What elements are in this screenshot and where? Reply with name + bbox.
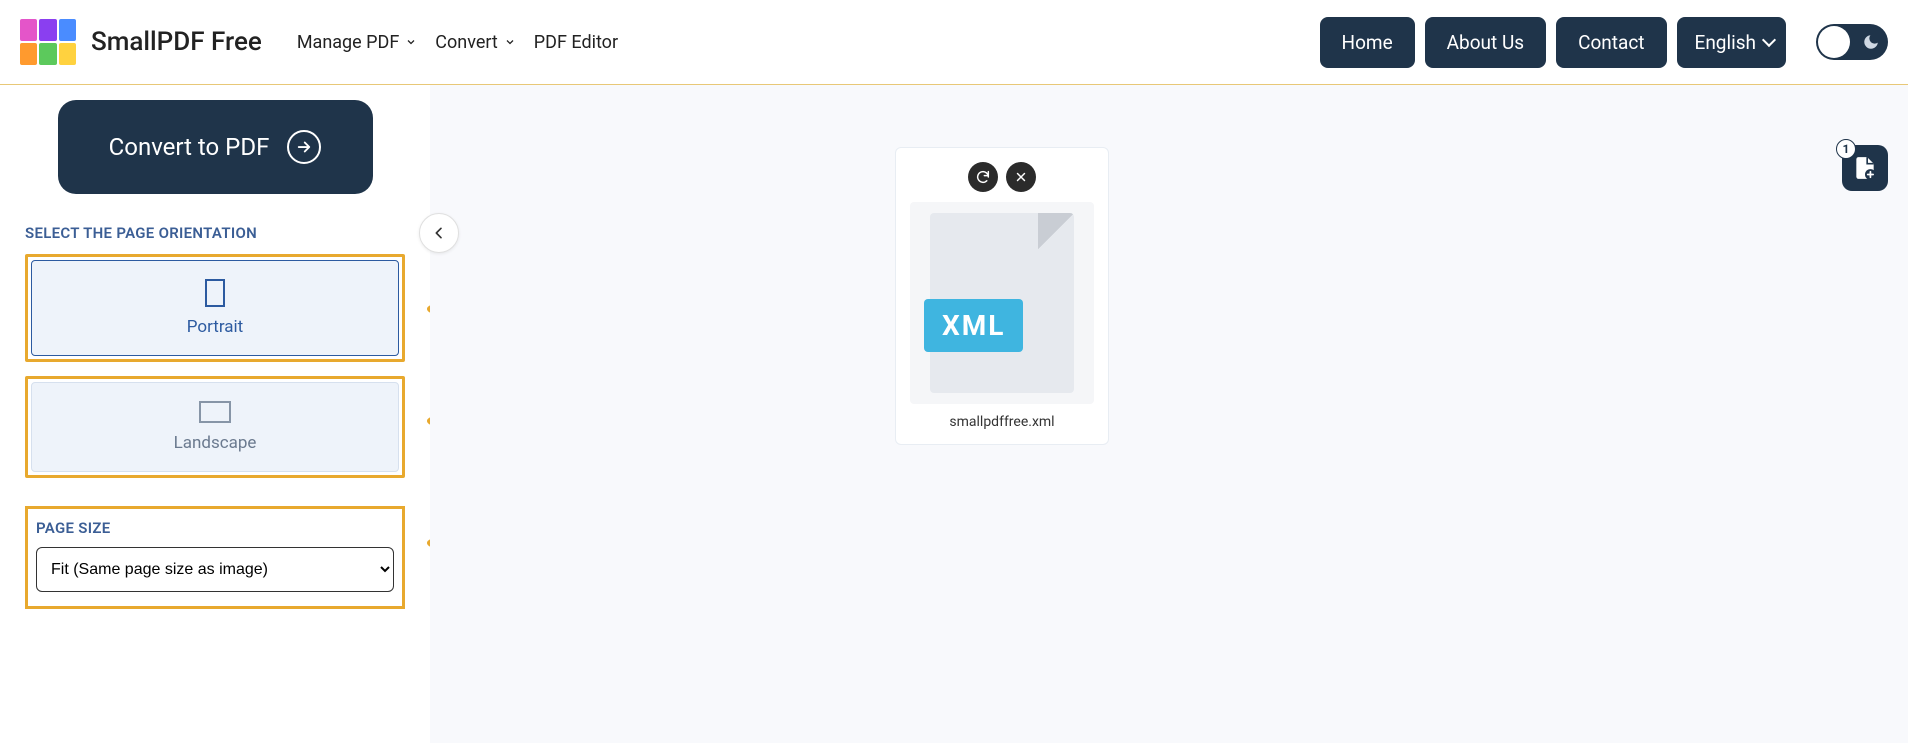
toggle-knob — [1818, 26, 1850, 58]
file-thumbnail: XML — [910, 202, 1094, 404]
nav-pdf-editor[interactable]: PDF Editor — [534, 32, 618, 53]
chevron-left-icon — [431, 225, 447, 241]
logo-icon — [20, 19, 76, 65]
portrait-label: Portrait — [187, 317, 243, 337]
preview-canvas: XML smallpdffree.xml 1 — [430, 85, 1908, 743]
options-sidebar: Convert to PDF SELECT THE PAGE ORIENTATI… — [0, 85, 430, 743]
add-file-button[interactable]: 1 — [1842, 145, 1888, 191]
moon-icon — [1862, 33, 1880, 51]
theme-toggle[interactable] — [1816, 24, 1888, 60]
nav-label: Convert — [435, 32, 498, 53]
nav-label: PDF Editor — [534, 32, 618, 53]
annotation-highlight: Landscape — [25, 376, 405, 478]
home-button[interactable]: Home — [1320, 17, 1415, 68]
contact-button[interactable]: Contact — [1556, 17, 1666, 68]
convert-label: Convert to PDF — [109, 133, 270, 161]
chevron-down-icon — [504, 36, 516, 48]
orientation-section-title: SELECT THE PAGE ORIENTATION — [25, 224, 405, 242]
rotate-button[interactable] — [968, 162, 998, 192]
collapse-sidebar-button[interactable] — [419, 213, 459, 253]
rotate-icon — [975, 169, 991, 185]
convert-to-pdf-button[interactable]: Convert to PDF — [58, 100, 373, 194]
landscape-label: Landscape — [174, 433, 257, 453]
remove-file-button[interactable] — [1006, 162, 1036, 192]
nav-convert[interactable]: Convert — [435, 32, 516, 53]
app-header: SmallPDF Free Manage PDF Convert PDF Edi… — [0, 0, 1908, 85]
main-area: Convert to PDF SELECT THE PAGE ORIENTATI… — [0, 85, 1908, 743]
brand-area[interactable]: SmallPDF Free — [20, 19, 262, 65]
nav-manage-pdf[interactable]: Manage PDF — [297, 32, 417, 53]
landscape-icon — [199, 401, 231, 423]
close-icon — [1014, 170, 1028, 184]
document-icon: XML — [930, 213, 1074, 393]
file-count-badge: 1 — [1836, 139, 1856, 159]
file-card-actions — [968, 162, 1036, 192]
nav-label: Manage PDF — [297, 32, 399, 53]
file-card[interactable]: XML smallpdffree.xml — [895, 147, 1109, 445]
landscape-option[interactable]: Landscape — [31, 382, 399, 472]
arrow-right-circle-icon — [287, 130, 321, 164]
portrait-option[interactable]: Portrait — [31, 260, 399, 356]
chevron-down-icon — [405, 36, 417, 48]
annotation-highlight: Portrait — [25, 254, 405, 362]
about-us-button[interactable]: About Us — [1425, 17, 1546, 68]
page-size-section-title: PAGE SIZE — [36, 519, 394, 537]
file-type-badge: XML — [924, 299, 1023, 352]
file-name-label: smallpdffree.xml — [949, 414, 1054, 430]
language-select[interactable]: English — [1677, 17, 1786, 68]
page-size-select[interactable]: Fit (Same page size as image) — [36, 547, 394, 592]
brand-title: SmallPDF Free — [91, 27, 262, 57]
file-add-icon — [1852, 155, 1878, 181]
annotation-highlight: PAGE SIZE Fit (Same page size as image) — [25, 506, 405, 609]
main-nav: Manage PDF Convert PDF Editor — [297, 32, 618, 53]
portrait-icon — [205, 279, 225, 307]
